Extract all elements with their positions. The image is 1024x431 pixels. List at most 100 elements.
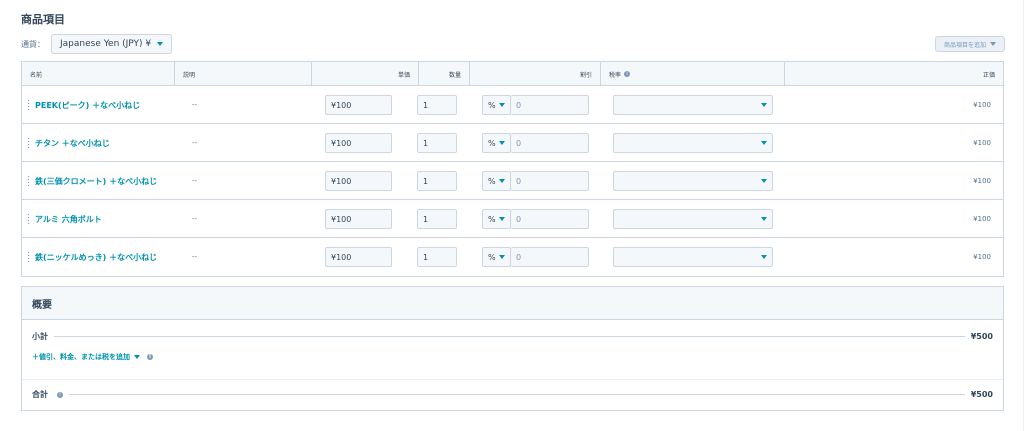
column-unit-price-label: 単価 xyxy=(397,71,410,79)
unit-price-input[interactable]: ¥100 xyxy=(325,171,392,191)
column-name-label: 名前 xyxy=(30,71,43,79)
caret-down-icon xyxy=(498,255,505,259)
product-description: -- xyxy=(192,139,198,147)
tax-rate-select[interactable] xyxy=(613,209,773,229)
discount-input[interactable]: 0 xyxy=(511,95,589,115)
total-line: 合計 i ¥500 xyxy=(32,389,993,400)
product-name-link[interactable]: チタン ＋なべ小ねじ xyxy=(35,124,110,162)
caret-down-icon xyxy=(761,103,767,107)
column-tax-rate-label: 税率 xyxy=(609,71,622,79)
product-name-link[interactable]: 鉄(ニッケルめっき) ＋なべ小ねじ xyxy=(35,238,157,276)
caret-down-icon xyxy=(761,141,767,145)
column-header-description[interactable]: 説明 xyxy=(175,62,312,86)
product-name-link[interactable]: アルミ 六角ボルト xyxy=(35,200,102,238)
caret-down-icon xyxy=(761,179,767,183)
table-row: PEEK(ピーク) ＋なべ小ねじ -- ¥100 1 % 0 ¥100 xyxy=(22,86,1003,124)
quantity-input[interactable]: 1 xyxy=(417,133,457,153)
discount-type-value: % xyxy=(488,214,496,224)
tax-rate-select[interactable] xyxy=(613,247,773,267)
column-header-net-price[interactable]: 正価 xyxy=(785,62,1003,86)
product-description: -- xyxy=(192,177,198,185)
column-quantity-label: 数量 xyxy=(448,71,461,79)
line-total: ¥100 xyxy=(973,177,991,185)
product-description: -- xyxy=(192,253,198,261)
discount-type-select[interactable]: % xyxy=(482,171,511,191)
discount-type-value: % xyxy=(488,100,496,110)
drag-handle-icon[interactable] xyxy=(27,137,30,148)
quantity-input[interactable]: 1 xyxy=(417,95,457,115)
info-icon[interactable]: i xyxy=(147,354,153,360)
column-header-unit-price[interactable]: 単価 xyxy=(312,62,419,86)
add-line-item-label: 商品項目を追加 xyxy=(943,41,986,49)
subtotal-label: 小計 xyxy=(32,332,48,341)
discount-type-select[interactable]: % xyxy=(482,247,511,267)
tax-rate-select[interactable] xyxy=(613,171,773,191)
discount-type-select[interactable]: % xyxy=(482,209,511,229)
info-icon[interactable]: i xyxy=(624,71,631,77)
subtotal-line: 小計 ¥500 xyxy=(32,331,993,342)
discount-input[interactable]: 0 xyxy=(511,209,589,229)
unit-price-input[interactable]: ¥100 xyxy=(325,209,392,229)
column-description-label: 説明 xyxy=(183,71,196,79)
drag-handle-icon[interactable] xyxy=(27,175,30,186)
caret-down-icon xyxy=(157,42,164,46)
caret-down-icon xyxy=(498,103,505,107)
divider xyxy=(22,379,1003,380)
summary-panel: 概要 小計 ¥500 ＋値引、料金、または税を追加 i 合計 i ¥500 xyxy=(21,286,1004,411)
drag-handle-icon[interactable] xyxy=(27,213,30,224)
discount-input[interactable]: 0 xyxy=(511,171,589,191)
caret-down-icon xyxy=(498,217,505,221)
add-discount-fee-tax-link[interactable]: ＋値引、料金、または税を追加 i xyxy=(32,352,153,362)
divider xyxy=(69,394,965,395)
caret-down-icon xyxy=(761,217,767,221)
line-items-editor: 商品項目 通貨： Japanese Yen (JPY) ¥ 商品項目を追加 名前… xyxy=(0,0,1024,431)
divider xyxy=(54,336,965,337)
drag-handle-icon[interactable] xyxy=(27,99,30,110)
add-line-item-button[interactable]: 商品項目を追加 xyxy=(934,36,1005,52)
table-row: 鉄(ニッケルめっき) ＋なべ小ねじ -- ¥100 1 % 0 ¥100 xyxy=(22,238,1003,276)
currency-label: 通貨： xyxy=(21,39,45,49)
total-label: 合計 xyxy=(32,390,48,399)
line-total: ¥100 xyxy=(973,215,991,223)
column-header-tax-rate[interactable]: 税率 i xyxy=(601,62,785,86)
tax-rate-select[interactable] xyxy=(613,133,773,153)
discount-type-select[interactable]: % xyxy=(482,133,511,153)
section-title: 商品項目 xyxy=(21,13,65,26)
unit-price-input[interactable]: ¥100 xyxy=(325,95,392,115)
currency-row: 通貨： Japanese Yen (JPY) ¥ xyxy=(21,34,173,54)
quantity-input[interactable]: 1 xyxy=(417,247,457,267)
summary-title: 概要 xyxy=(22,287,1003,320)
column-header-name[interactable]: 名前 xyxy=(22,62,175,86)
product-name-link[interactable]: 鉄(三価クロメート) ＋なべ小ねじ xyxy=(35,162,157,200)
caret-down-icon xyxy=(761,255,767,259)
currency-value: Japanese Yen (JPY) ¥ xyxy=(60,39,152,49)
caret-down-icon xyxy=(134,355,140,359)
currency-select[interactable]: Japanese Yen (JPY) ¥ xyxy=(51,34,173,54)
table-header: 名前 説明 単価 数量 割引 税率 i 正価 xyxy=(22,62,1003,86)
discount-type-select[interactable]: % xyxy=(482,95,511,115)
unit-price-input[interactable]: ¥100 xyxy=(325,133,392,153)
discount-type-value: % xyxy=(488,252,496,262)
table-row: アルミ 六角ボルト -- ¥100 1 % 0 ¥100 xyxy=(22,200,1003,238)
discount-input[interactable]: 0 xyxy=(511,247,589,267)
discount-type-value: % xyxy=(488,138,496,148)
add-discount-label: ＋値引、料金、または税を追加 xyxy=(32,353,130,361)
info-icon[interactable]: i xyxy=(57,391,63,398)
quantity-input[interactable]: 1 xyxy=(417,209,457,229)
product-description: -- xyxy=(192,215,198,223)
line-total: ¥100 xyxy=(973,253,991,261)
line-items-table: 名前 説明 単価 数量 割引 税率 i 正価 PEEK(ピーク) ＋なべ小ねじ -… xyxy=(21,61,1004,277)
column-header-discount[interactable]: 割引 xyxy=(470,62,601,86)
product-name-link[interactable]: PEEK(ピーク) ＋なべ小ねじ xyxy=(35,86,140,124)
caret-down-icon xyxy=(498,141,505,145)
quantity-input[interactable]: 1 xyxy=(417,171,457,191)
line-total: ¥100 xyxy=(973,139,991,147)
drag-handle-icon[interactable] xyxy=(27,251,30,262)
column-discount-label: 割引 xyxy=(579,71,592,79)
line-total: ¥100 xyxy=(973,101,991,109)
tax-rate-select[interactable] xyxy=(613,95,773,115)
unit-price-input[interactable]: ¥100 xyxy=(325,247,392,267)
column-header-quantity[interactable]: 数量 xyxy=(419,62,470,86)
caret-down-icon xyxy=(990,42,996,46)
discount-input[interactable]: 0 xyxy=(511,133,589,153)
